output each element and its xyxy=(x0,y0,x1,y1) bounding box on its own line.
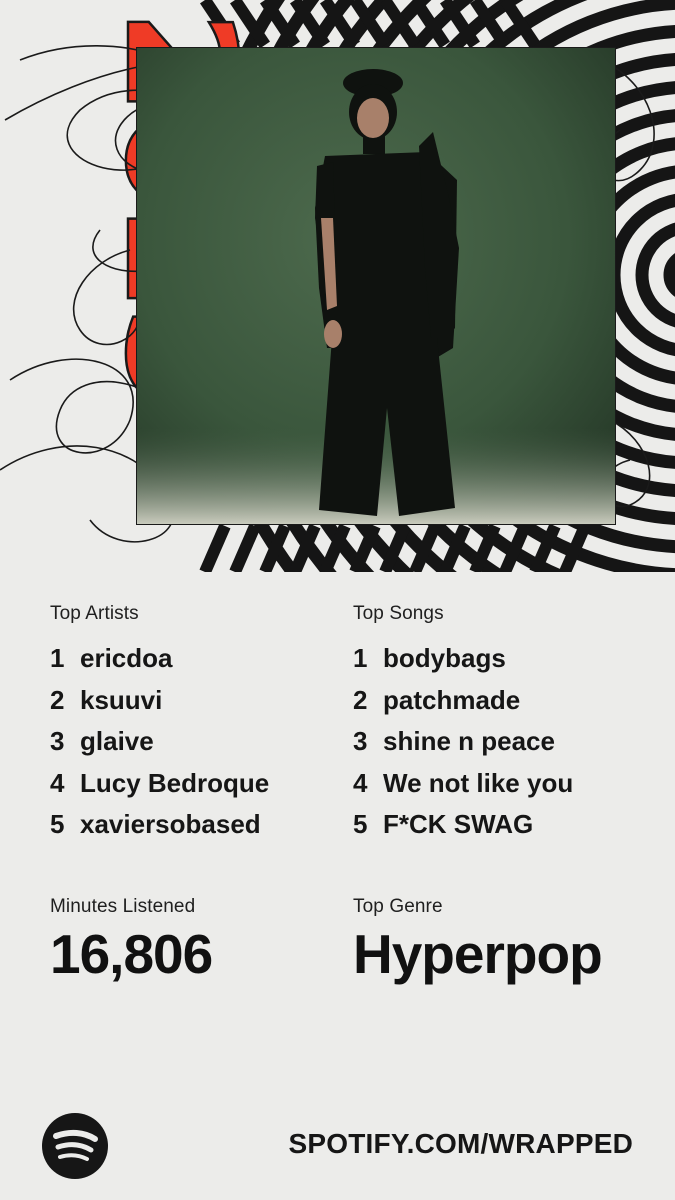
top-songs-label: Top Songs xyxy=(353,603,444,624)
top-genre-value: Hyperpop xyxy=(353,923,603,985)
list-item: 5 xaviersobased xyxy=(50,804,269,846)
list-item: 4 Lucy Bedroque xyxy=(50,763,269,805)
song-name: shine n peace xyxy=(383,726,555,756)
list-item: 2 ksuuvi xyxy=(50,680,269,722)
rank-number: 5 xyxy=(50,809,65,839)
rank-number: 3 xyxy=(353,726,368,756)
artist-photo xyxy=(136,47,616,525)
rank-number: 1 xyxy=(353,643,368,673)
list-item: 4 We not like you xyxy=(353,763,573,805)
rank-number: 3 xyxy=(50,726,65,756)
top-artists-list: 1 ericdoa 2 ksuuvi 3 glaive 4 Lucy Bedroque … xyxy=(50,638,269,846)
minutes-listened-value: 16,806 xyxy=(50,923,213,985)
rank-number: 4 xyxy=(353,767,368,798)
song-name: F*CK SWAG xyxy=(383,809,534,839)
hero-graphic: 2025 xyxy=(0,0,675,572)
top-genre-label: Top Genre xyxy=(353,896,443,917)
artist-name: Lucy Bedroque xyxy=(80,767,270,798)
list-item: 1 bodybags xyxy=(353,638,573,680)
top-artists-label: Top Artists xyxy=(50,603,139,624)
spotify-wrapped-link[interactable]: SPOTIFY.COM/WRAPPED xyxy=(289,1128,634,1160)
artist-name: xaviersobased xyxy=(80,809,261,839)
artist-name: glaive xyxy=(80,726,154,756)
rank-number: 5 xyxy=(353,809,368,839)
artist-name: ksuuvi xyxy=(80,684,163,715)
minutes-listened-label: Minutes Listened xyxy=(50,896,196,917)
rank-number: 2 xyxy=(50,684,65,715)
song-name: patchmade xyxy=(383,684,521,715)
list-item: 2 patchmade xyxy=(353,680,573,722)
list-item: 1 ericdoa xyxy=(50,638,269,680)
artist-portrait-image xyxy=(137,48,615,524)
list-item: 3 glaive xyxy=(50,721,269,763)
rank-number: 4 xyxy=(50,767,65,798)
artist-name: ericdoa xyxy=(80,643,173,673)
rank-number: 2 xyxy=(353,684,368,715)
rank-number: 1 xyxy=(50,643,65,673)
spotify-logo-icon[interactable] xyxy=(42,1113,108,1179)
song-name: We not like you xyxy=(383,767,574,798)
song-name: bodybags xyxy=(383,643,506,673)
list-item: 5 F*CK SWAG xyxy=(353,804,573,846)
list-item: 3 shine n peace xyxy=(353,721,573,763)
top-songs-list: 1 bodybags 2 patchmade 3 shine n peace 4 We … xyxy=(353,638,573,846)
